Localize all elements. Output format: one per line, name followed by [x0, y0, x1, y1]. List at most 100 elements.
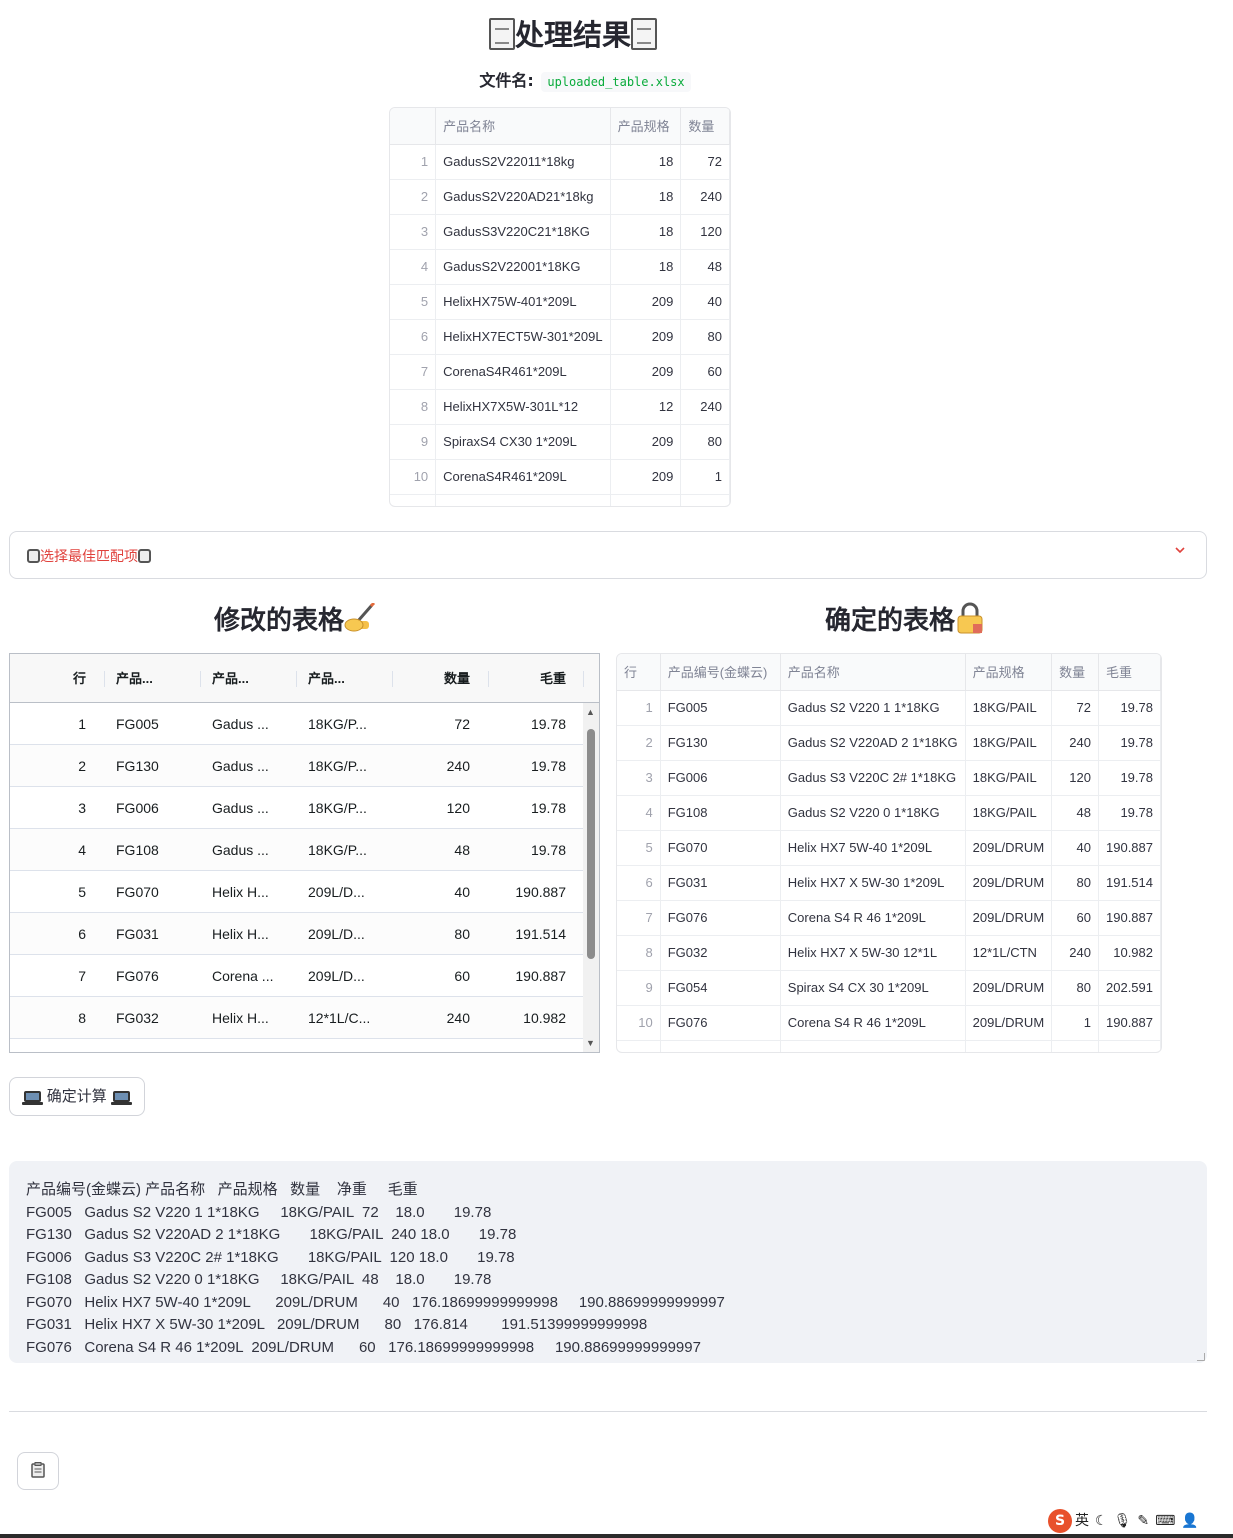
uploaded-row[interactable]: 6 HelixHX7ECT5W-301*209L 209 80 [390, 319, 730, 355]
uploaded-cell[interactable]: 18 [610, 179, 682, 215]
modified-cell[interactable]: 80 [394, 913, 480, 955]
modified-cell[interactable]: 19.78 [490, 829, 576, 871]
modified-cell[interactable]: Helix H... [202, 997, 298, 1039]
uploaded-cell[interactable]: GadusS3V220C21*18KG [435, 214, 611, 250]
modified-cell[interactable]: Gadus ... [202, 703, 298, 745]
uploaded-cell[interactable]: 12 [610, 389, 682, 425]
confirmed-cell[interactable]: FG130 [660, 725, 781, 761]
modified-cell[interactable]: Gadus ... [202, 745, 298, 787]
ime-toolbar[interactable]: S 英 ☾ 🎙 ✎ ⌨ 👤 [1044, 1506, 1233, 1536]
confirmed-column-header[interactable]: 数量 [1051, 654, 1099, 691]
confirmed-cell[interactable]: 48 [1051, 795, 1099, 831]
modified-cell[interactable]: FG006 [106, 787, 202, 829]
confirmed-cell[interactable]: FG054 [660, 970, 781, 1006]
modified-cell[interactable]: 18KG/P... [298, 787, 394, 829]
uploaded-cell[interactable]: 209 [610, 354, 682, 390]
scroll-up-icon[interactable]: ▲ [586, 707, 595, 717]
uploaded-cell[interactable]: CorenaS4R461*209L [435, 354, 611, 390]
confirmed-row[interactable]: 1 FG005 Gadus S2 V220 1 1*18KG 18KG/PAIL 72 1… [617, 690, 1161, 726]
confirmed-cell[interactable]: 202.591 [1098, 970, 1161, 1006]
modified-cell[interactable]: 19.78 [490, 703, 576, 745]
modified-column-header[interactable]: 数量 [394, 654, 480, 703]
modified-cell[interactable]: FG005 [106, 703, 202, 745]
confirmed-cell[interactable]: 60 [1051, 900, 1099, 936]
modified-cell[interactable]: FG130 [106, 745, 202, 787]
confirmed-cell[interactable]: FG031 [660, 865, 781, 901]
uploaded-table[interactable]: 产品名称 产品规格 数量 1 GadusS2V22011*18kg 18 72 2 Gadus… [389, 107, 731, 507]
uploaded-row[interactable]: 1 GadusS2V22011*18kg 18 72 [390, 144, 730, 180]
confirmed-column-header[interactable]: 行 [617, 654, 661, 691]
modified-cell[interactable]: FG070 [106, 871, 202, 913]
uploaded-row[interactable]: 10 CorenaS4R461*209L 209 1 [390, 459, 730, 495]
confirmed-cell[interactable]: 209L/DRUM [965, 865, 1053, 901]
modified-cell[interactable]: 18KG/P... [298, 745, 394, 787]
modified-cell[interactable]: 72 [394, 703, 480, 745]
modified-cell[interactable]: 209L/D... [298, 913, 394, 955]
confirmed-row[interactable]: 4 FG108 Gadus S2 V220 0 1*18KG 18KG/PAIL 48 1… [617, 795, 1161, 831]
confirmed-table[interactable]: 行产品编号(金蝶云) 产品名称 产品规格 数量 毛重 1 FG005 Gadus S2 V2… [616, 653, 1162, 1053]
confirmed-cell[interactable]: 40 [1051, 830, 1099, 866]
modified-cell[interactable]: FG108 [106, 829, 202, 871]
modified-column-header[interactable]: 产品... [298, 654, 394, 703]
modified-table-row[interactable]: 3 FG006 Gadus ... 18KG/P... 120 19.78 [10, 787, 584, 829]
modified-cell[interactable]: 209L/D... [298, 955, 394, 997]
modified-cell[interactable]: Helix H... [202, 871, 298, 913]
result-textarea[interactable]: 产品编号(金蝶云) 产品名称 产品规格 数量 净重 毛重 FG005 Gadus… [9, 1161, 1207, 1363]
confirmed-cell[interactable]: FG076 [660, 900, 781, 936]
modified-cell[interactable]: 48 [394, 829, 480, 871]
uploaded-cell[interactable]: CorenaS4R461*209L [435, 459, 611, 495]
uploaded-cell[interactable]: 240 [680, 179, 730, 215]
column-separator[interactable] [488, 671, 489, 687]
uploaded-row[interactable]: 8 HelixHX7X5W-301L*12 12 240 [390, 389, 730, 425]
confirmed-cell[interactable]: 19.78 [1098, 760, 1161, 796]
confirmed-cell[interactable]: 1 [1051, 1005, 1099, 1041]
confirmed-cell[interactable]: Gadus S2 V220 0 1*18KG [780, 795, 966, 831]
modified-cell[interactable]: 191.514 [490, 913, 576, 955]
modified-table-row[interactable]: 5 FG070 Helix H... 209L/D... 40 190.887 [10, 871, 584, 913]
modified-cell[interactable]: 120 [394, 787, 480, 829]
uploaded-row[interactable]: 3 GadusS3V220C21*18KG 18 120 [390, 214, 730, 250]
confirmed-row[interactable]: 5 FG070 Helix HX7 5W-40 1*209L 209L/DRUM 40 1… [617, 830, 1161, 866]
confirmed-cell[interactable]: 10.982 [1098, 935, 1161, 971]
confirmed-row[interactable]: 6 FG031 Helix HX7 X 5W-30 1*209L 209L/DRUM 8… [617, 865, 1161, 901]
confirmed-cell[interactable]: 240 [1051, 725, 1099, 761]
modified-cell[interactable]: FG031 [106, 913, 202, 955]
uploaded-cell[interactable]: 209 [610, 424, 682, 460]
uploaded-cell[interactable]: 60 [680, 354, 730, 390]
confirmed-cell[interactable]: 19.78 [1098, 795, 1161, 831]
confirmed-row[interactable]: 9 FG054 Spirax S4 CX 30 1*209L 209L/DRUM 80 2… [617, 970, 1161, 1006]
uploaded-cell[interactable]: HelixHX7X5W-301L*12 [435, 389, 611, 425]
uploaded-cell[interactable]: 18 [610, 144, 682, 180]
uploaded-cell[interactable]: HelixHX75W-401*209L [435, 284, 611, 320]
confirmed-column-header[interactable]: 产品名称 [780, 654, 966, 691]
confirmed-row[interactable]: 7 FG076 Corena S4 R 46 1*209L 209L/DRUM 60 19… [617, 900, 1161, 936]
chevron-down-icon[interactable] [1174, 544, 1186, 560]
confirmed-row[interactable]: 10 FG076 Corena S4 R 46 1*209L 209L/DRUM 1 19… [617, 1005, 1161, 1041]
confirmed-cell[interactable]: 120 [1051, 760, 1099, 796]
modified-cell[interactable]: 10.982 [490, 997, 576, 1039]
modified-cell[interactable]: 240 [394, 997, 480, 1039]
modified-cell[interactable]: 12*1L/C... [298, 997, 394, 1039]
uploaded-cell[interactable]: 1 [680, 459, 730, 495]
uploaded-column-header[interactable]: 产品名称 [435, 108, 611, 145]
confirmed-cell[interactable]: 19.78 [1098, 690, 1161, 726]
confirmed-cell[interactable]: Corena S4 R 46 1*209L [780, 900, 966, 936]
uploaded-cell[interactable]: SpiraxS4 CX30 1*209L [435, 424, 611, 460]
confirmed-column-header[interactable]: 毛重 [1098, 654, 1161, 691]
modified-column-header[interactable]: 产品... [202, 654, 298, 703]
uploaded-cell[interactable]: 240 [680, 389, 730, 425]
uploaded-cell[interactable]: 40 [680, 284, 730, 320]
confirmed-cell[interactable]: 12*1L/CTN [965, 935, 1053, 971]
modified-table-row[interactable]: 1 FG005 Gadus ... 18KG/P... 72 19.78 [10, 703, 584, 745]
uploaded-row[interactable]: 7 CorenaS4R461*209L 209 60 [390, 354, 730, 390]
uploaded-row[interactable]: 2 GadusS2V220AD21*18kg 18 240 [390, 179, 730, 215]
column-separator[interactable] [200, 671, 201, 687]
confirmed-cell[interactable]: 18KG/PAIL [965, 795, 1053, 831]
keyboard-icon[interactable]: ⌨ [1155, 1513, 1175, 1529]
confirmed-cell[interactable]: 80 [1051, 970, 1099, 1006]
confirmed-cell[interactable]: FG006 [660, 760, 781, 796]
confirmed-cell[interactable]: 80 [1051, 865, 1099, 901]
modified-cell[interactable]: 18KG/P... [298, 703, 394, 745]
modified-cell[interactable]: 240 [394, 745, 480, 787]
confirmed-cell[interactable]: 209L/DRUM [965, 830, 1053, 866]
